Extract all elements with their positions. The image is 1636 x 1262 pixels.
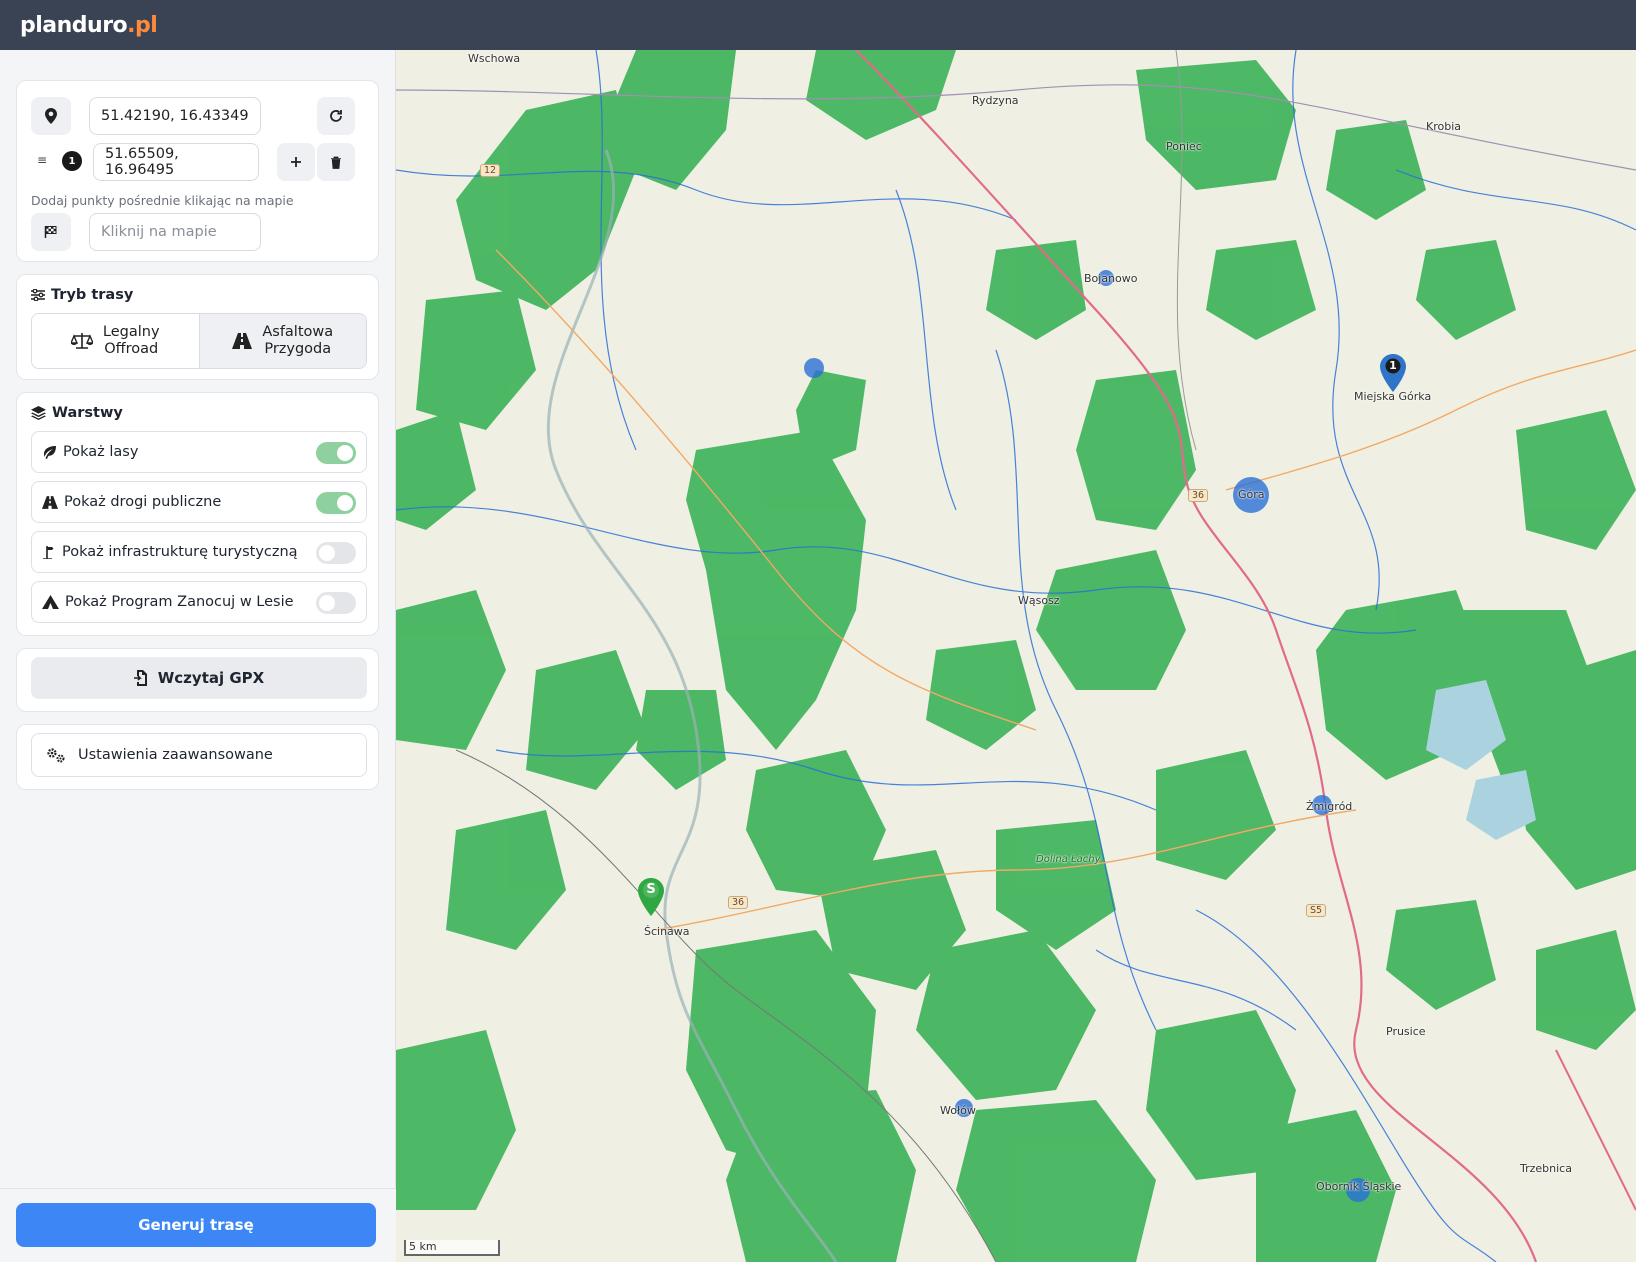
toggle-knob <box>319 595 335 611</box>
road-shield: 36 <box>1188 489 1209 502</box>
layer-forests-row[interactable]: Pokaż lasy <box>31 431 367 473</box>
layer-tourist-infra-label: Pokaż infrastrukturę turystyczną <box>62 544 298 560</box>
layers-card: Warstwy Pokaż lasy Pokaż drogi publiczne… <box>16 392 379 636</box>
route-mode-title: Tryb trasy <box>31 287 133 303</box>
load-gpx-label: Wczytaj GPX <box>157 669 265 687</box>
refresh-icon <box>330 110 342 122</box>
reset-route-button[interactable] <box>317 97 355 135</box>
plus-icon <box>291 157 301 167</box>
layer-public-roads-toggle[interactable] <box>316 492 356 514</box>
finish-flag-icon <box>44 226 57 238</box>
scale-balance-icon <box>70 333 93 349</box>
place-rydzyna: Rydzyna <box>972 94 1019 107</box>
layer-public-roads-row[interactable]: Pokaż drogi publiczne <box>31 481 367 523</box>
road-shield: 36 <box>728 896 749 909</box>
waypoint-coordinates-input[interactable]: 51.65509, 16.96495 <box>93 143 259 181</box>
toggle-knob <box>337 445 353 461</box>
route-points-card: 51.42190, 16.43349 ≡ 1 51.65509, 16.9649… <box>16 80 379 262</box>
layer-forests-toggle[interactable] <box>316 442 356 464</box>
waypoint-hint: Dodaj punkty pośrednie klikając na mapie <box>31 193 294 208</box>
drag-handle-icon[interactable]: ≡ <box>37 153 47 167</box>
sidebar-footer: Generuj trasę <box>0 1188 396 1262</box>
layer-sleep-in-forest-label: Pokaż Program Zanocuj w Lesie <box>65 594 294 610</box>
delete-waypoint-button[interactable] <box>317 143 355 181</box>
sliders-icon <box>31 289 45 301</box>
file-import-icon <box>133 670 147 686</box>
mode-legal-line1: Legalny <box>102 324 160 340</box>
mode-legal-line2: Offroad <box>104 341 159 357</box>
advanced-settings-label: Ustawienia zaawansowane <box>78 747 273 763</box>
waypoint-marker-number: 1 <box>1389 359 1397 372</box>
mode-asphalt-line2: Przygoda <box>264 341 332 357</box>
top-bar: planduro.pl <box>0 0 1636 50</box>
load-gpx-button[interactable]: Wczytaj GPX <box>31 657 367 699</box>
start-marker-letter: S <box>646 882 656 897</box>
toggle-knob <box>337 495 353 511</box>
route-mode-title-text: Tryb trasy <box>51 287 134 303</box>
advanced-settings-card: Ustawienia zaawansowane <box>16 724 379 790</box>
logo-main: planduro <box>20 12 128 38</box>
layer-tourist-infra-toggle[interactable] <box>316 542 356 564</box>
road-shield: S5 <box>1306 904 1327 917</box>
map-canvas <box>396 50 1636 1262</box>
sidebar: 51.42190, 16.43349 ≡ 1 51.65509, 16.9649… <box>0 50 396 1262</box>
road-icon <box>232 333 253 349</box>
place-poniec: Poniec <box>1166 140 1202 153</box>
road-icon <box>42 495 58 509</box>
trash-icon <box>331 156 341 169</box>
place-bojanowo: Bojanowo <box>1084 272 1138 285</box>
app-logo[interactable]: planduro.pl <box>20 12 158 38</box>
gears-icon <box>47 748 65 763</box>
layers-icon <box>31 406 46 420</box>
tourist-sign-icon <box>43 546 54 559</box>
layer-public-roads-label: Pokaż drogi publiczne <box>64 494 222 510</box>
place-wasosz: Wąsosz <box>1018 594 1060 607</box>
layer-sleep-in-forest-row[interactable]: Pokaż Program Zanocuj w Lesie <box>31 581 367 623</box>
add-waypoint-button[interactable] <box>277 143 315 181</box>
end-location-button[interactable] <box>31 213 71 251</box>
layer-sleep-in-forest-toggle[interactable] <box>316 592 356 614</box>
place-krobia: Krobia <box>1426 120 1462 133</box>
gpx-card: Wczytaj GPX <box>16 648 379 712</box>
mode-asphalt-line1: Asfaltowa <box>262 324 334 340</box>
start-location-button[interactable] <box>31 97 71 135</box>
mode-legal-offroad-button[interactable]: Legalny Offroad <box>32 314 199 368</box>
end-coordinates-input[interactable]: Kliknij na mapie <box>89 213 261 251</box>
waypoint-number-badge: 1 <box>62 151 82 171</box>
location-pin-icon <box>45 108 57 124</box>
map-scale-bar: 5 km <box>404 1240 500 1256</box>
place-gora: Góra <box>1238 488 1265 501</box>
place-wschowa: Wschowa <box>468 52 521 65</box>
toggle-knob <box>319 545 335 561</box>
layers-title: Warstwy <box>31 405 123 421</box>
place-dolina-lachy: Dolina Łachy <box>1036 854 1101 865</box>
logo-tld: .pl <box>127 12 158 38</box>
advanced-settings-button[interactable]: Ustawienia zaawansowane <box>31 733 367 777</box>
place-prusice: Prusice <box>1386 1025 1426 1038</box>
layer-forests-label: Pokaż lasy <box>63 444 139 460</box>
route-mode-card: Tryb trasy Legalny Offroad Asfaltowa Przyg… <box>16 274 379 380</box>
place-zmigrod: Żmigród <box>1306 800 1353 813</box>
mode-asphalt-adventure-button[interactable]: Asfaltowa Przygoda <box>198 314 366 368</box>
tent-icon <box>42 595 59 609</box>
place-trzebnica: Trzebnica <box>1520 1162 1572 1175</box>
place-scinawa: Ścinawa <box>644 925 690 938</box>
leaf-icon <box>44 445 56 459</box>
generate-route-button[interactable]: Generuj trasę <box>16 1203 376 1247</box>
start-coordinates-input[interactable]: 51.42190, 16.43349 <box>89 97 261 135</box>
place-obornik-slaskie: Obornik Śląskie <box>1316 1180 1402 1193</box>
place-wolow: Wołów <box>940 1104 976 1117</box>
route-mode-selector: Legalny Offroad Asfaltowa Przygoda <box>31 313 367 369</box>
layer-tourist-infra-row[interactable]: Pokaż infrastrukturę turystyczną <box>31 531 367 573</box>
road-shield: 12 <box>480 164 501 177</box>
layers-title-text: Warstwy <box>52 405 123 421</box>
map-view[interactable]: Wschowa Rydzyna Poniec Krobia Bojanowo M… <box>396 50 1636 1262</box>
